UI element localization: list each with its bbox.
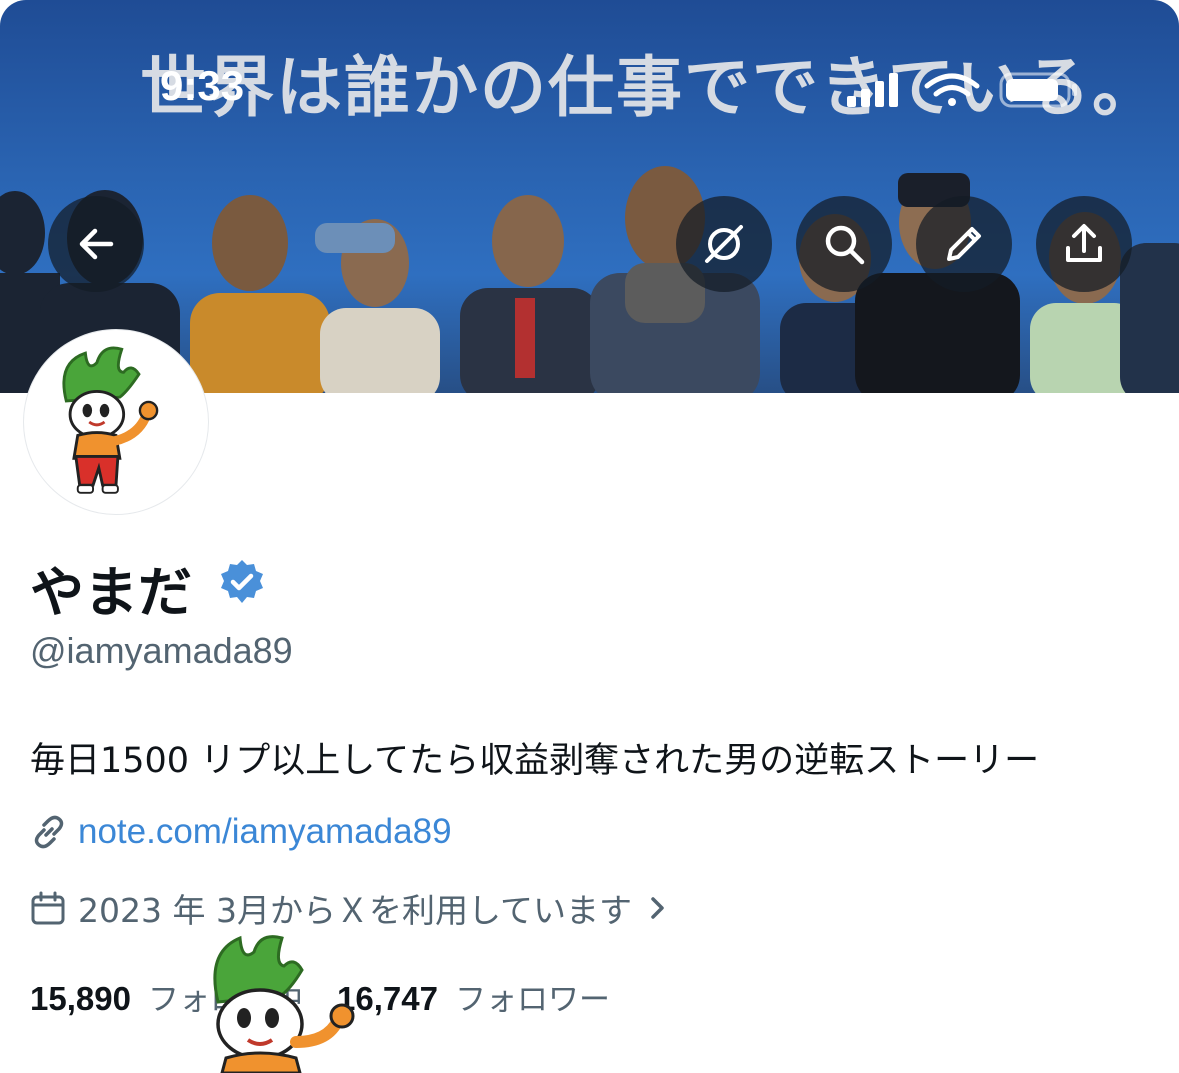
grok-icon bbox=[705, 225, 743, 263]
bio: 毎日1500 リプ以上してたら収益剥奪された男の逆転ストーリー bbox=[30, 741, 1040, 781]
grok-button[interactable] bbox=[676, 196, 772, 292]
link-text[interactable]: note.com/iamyamada89 bbox=[78, 812, 452, 852]
profile-banner[interactable]: 世界は誰かの仕事でできている。 bbox=[0, 0, 1179, 393]
link-icon bbox=[34, 815, 64, 849]
joined-text: 2023 年 3月からＸを利用しています bbox=[78, 891, 632, 930]
avatar[interactable] bbox=[24, 330, 208, 514]
chevron-right-icon bbox=[651, 897, 664, 919]
mascot-sticker-image bbox=[213, 935, 355, 1073]
search-button[interactable] bbox=[796, 196, 892, 292]
back-button[interactable] bbox=[48, 196, 144, 292]
share-icon bbox=[1066, 224, 1102, 262]
calendar-icon bbox=[31, 891, 65, 925]
battery-icon bbox=[999, 72, 1077, 108]
mascot-avatar-image bbox=[62, 346, 159, 494]
followers-stat[interactable]: 16,747 フォロワー bbox=[337, 974, 610, 1019]
share-button[interactable] bbox=[1036, 196, 1132, 292]
search-icon bbox=[825, 225, 865, 265]
handle: @iamyamada89 bbox=[30, 630, 293, 671]
wifi-icon bbox=[924, 73, 980, 106]
followers-label: フォロワー bbox=[455, 981, 611, 1018]
following-count: 15,890 bbox=[30, 979, 131, 1017]
status-icons bbox=[847, 72, 1077, 108]
verified-icon[interactable] bbox=[218, 558, 266, 606]
edit-button[interactable] bbox=[916, 196, 1012, 292]
edit-icon bbox=[947, 227, 981, 261]
joined-date[interactable]: 2023 年 3月からＸを利用しています bbox=[30, 886, 672, 930]
back-icon bbox=[79, 228, 114, 260]
profile-link[interactable]: note.com/iamyamada89 bbox=[30, 810, 452, 854]
signal-icon bbox=[847, 73, 898, 107]
display-name: やまだ bbox=[30, 561, 192, 624]
status-time: 9:33 bbox=[160, 62, 245, 109]
